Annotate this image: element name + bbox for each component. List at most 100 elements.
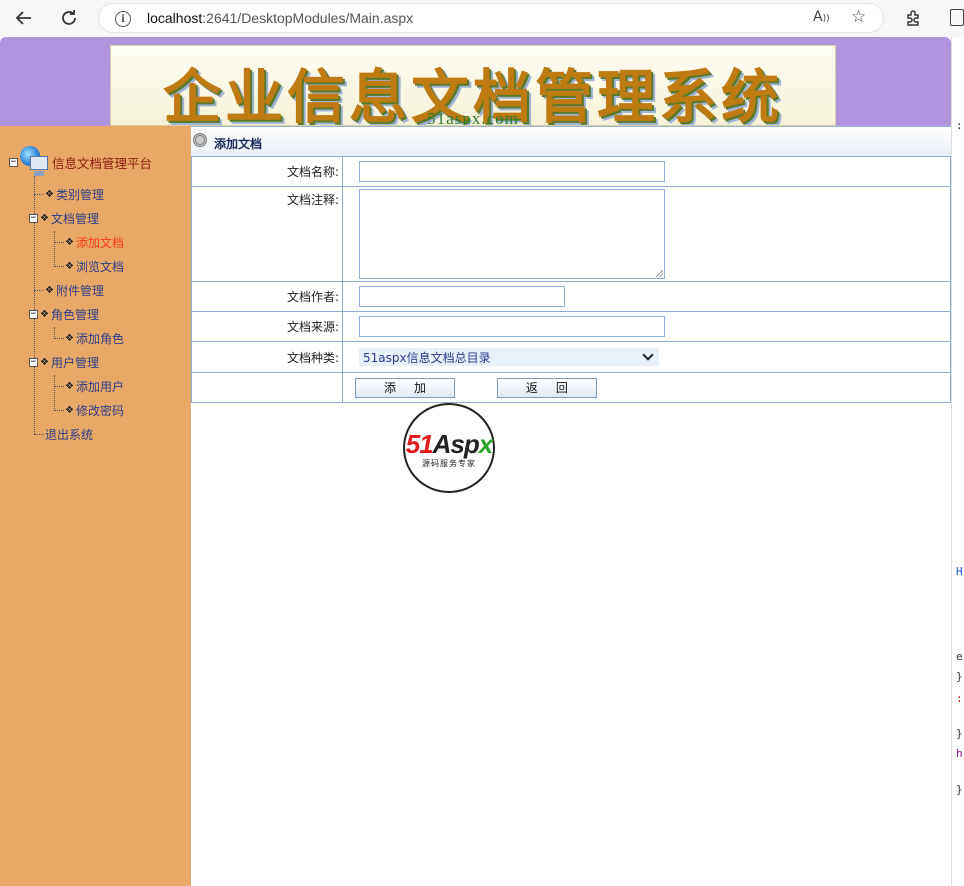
panel-title: 添加文档 bbox=[214, 137, 263, 151]
bullet-icon: ❖ bbox=[65, 260, 74, 272]
document-category-select[interactable]: 51aspx信息文档总目录 bbox=[359, 348, 659, 366]
form-row: 文档名称: bbox=[191, 156, 951, 187]
sidebar-item-label: 角色管理 bbox=[50, 307, 99, 322]
reload-button[interactable] bbox=[56, 6, 82, 30]
devtools-fragment: } bbox=[956, 783, 963, 796]
collapse-icon[interactable]: − bbox=[29, 357, 38, 367]
devtools-fragment: h bbox=[956, 747, 963, 760]
sidebar-item-label: 添加角色 bbox=[75, 331, 124, 346]
sidebar-item-roles[interactable]: − ❖ 角色管理 bbox=[29, 305, 99, 323]
sidebar-item-add-user[interactable]: ❖ 添加用户 bbox=[65, 377, 124, 395]
sidebar-item-logout[interactable]: 退出系统 bbox=[45, 425, 93, 443]
sidebar: − 信息文档管理平台 ❖ 类别管理 − ❖ 文档管理 ❖ 添加文档 ❖ 浏览文档 ❖ 附件管… bbox=[0, 126, 191, 886]
bullet-icon: ❖ bbox=[40, 308, 49, 320]
tree-connector bbox=[54, 375, 55, 409]
tree-root-label: 信息文档管理平台 bbox=[52, 155, 153, 171]
form-row: 文档注释: bbox=[191, 186, 951, 282]
chevron-down-icon bbox=[642, 349, 654, 361]
collapse-icon[interactable]: − bbox=[9, 157, 18, 167]
sidebar-item-add-role[interactable]: ❖ 添加角色 bbox=[65, 329, 124, 347]
split-screen-icon[interactable] bbox=[950, 9, 964, 26]
sidebar-item-browse-documents[interactable]: ❖ 浏览文档 bbox=[65, 257, 124, 275]
tree-connector bbox=[54, 327, 55, 337]
bullet-icon: ❖ bbox=[45, 188, 54, 200]
banner-subtitle: 51aspx.com bbox=[427, 109, 519, 126]
site-info-icon[interactable]: i bbox=[115, 11, 131, 27]
name-label: 文档名称: bbox=[191, 156, 343, 187]
bullet-icon: ❖ bbox=[45, 284, 54, 296]
form-row: 文档作者: bbox=[191, 281, 951, 312]
sidebar-item-label: 修改密码 bbox=[75, 403, 124, 418]
tree-connector bbox=[54, 266, 64, 267]
document-name-input[interactable] bbox=[359, 161, 665, 182]
tree-connector bbox=[34, 290, 44, 291]
tree-connector bbox=[54, 410, 64, 411]
add-document-form: 文档名称: 文档注释: 文档作者: 文档来源: 文档种类: 51aspx信息文档… bbox=[191, 156, 951, 403]
bullet-icon: ❖ bbox=[65, 332, 74, 344]
sidebar-item-label: 退出系统 bbox=[45, 427, 94, 442]
devtools-panel-edge[interactable]: : H e } : } h } bbox=[951, 37, 964, 886]
sidebar-item-label: 用户管理 bbox=[50, 355, 99, 370]
form-row: 文档来源: bbox=[191, 311, 951, 342]
gear-icon bbox=[193, 133, 207, 147]
sidebar-item-attachments[interactable]: ❖ 附件管理 bbox=[45, 281, 104, 299]
collapse-icon[interactable]: − bbox=[29, 309, 38, 319]
extensions-icon[interactable] bbox=[902, 7, 924, 29]
tree-connector bbox=[54, 242, 64, 243]
url-text[interactable]: localhost:2641/DesktopModules/Main.aspx bbox=[147, 10, 413, 26]
form-cell: 添加 返回 bbox=[342, 372, 951, 403]
sidebar-item-change-password[interactable]: ❖ 修改密码 bbox=[65, 401, 124, 419]
tree-connector bbox=[34, 434, 44, 435]
form-cell: 51aspx信息文档总目录 bbox=[342, 341, 951, 373]
bullet-icon: ❖ bbox=[65, 236, 74, 248]
favorite-star-icon[interactable]: ☆ bbox=[851, 7, 866, 27]
sidebar-item-label: 添加用户 bbox=[75, 379, 124, 394]
panel-header: 添加文档 bbox=[191, 126, 951, 156]
author-label: 文档作者: bbox=[191, 281, 343, 312]
browser-toolbar: i localhost:2641/DesktopModules/Main.asp… bbox=[0, 0, 964, 37]
add-button[interactable]: 添加 bbox=[355, 377, 455, 398]
form-row: 添加 返回 bbox=[191, 372, 951, 403]
category-selected-value: 51aspx信息文档总目录 bbox=[363, 350, 491, 365]
header-banner: 企业信息文档管理系统 51aspx.com bbox=[0, 37, 951, 126]
tree-connector bbox=[54, 338, 64, 339]
reload-icon bbox=[62, 10, 76, 25]
document-note-textarea[interactable] bbox=[359, 189, 665, 279]
tree-connector bbox=[54, 386, 64, 387]
computer-globe-icon bbox=[20, 146, 50, 178]
category-label: 文档种类: bbox=[191, 341, 343, 373]
arrow-left-icon bbox=[15, 11, 31, 25]
logo-subtitle: 源码服务专家 bbox=[422, 459, 476, 468]
form-row: 文档种类: 51aspx信息文档总目录 bbox=[191, 341, 951, 373]
sidebar-item-label: 附件管理 bbox=[55, 283, 104, 298]
devtools-fragment: : bbox=[956, 119, 963, 132]
devtools-fragment: } bbox=[956, 727, 963, 740]
back-button-form[interactable]: 返回 bbox=[496, 377, 597, 398]
address-bar[interactable]: i localhost:2641/DesktopModules/Main.asp… bbox=[98, 3, 884, 33]
empty-cell bbox=[191, 372, 343, 403]
collapse-icon[interactable]: − bbox=[29, 213, 38, 223]
sidebar-item-add-document[interactable]: ❖ 添加文档 bbox=[65, 233, 124, 251]
devtools-fragment: } bbox=[956, 670, 963, 683]
back-button[interactable] bbox=[11, 6, 37, 30]
sidebar-item-documents[interactable]: − ❖ 文档管理 bbox=[29, 209, 99, 227]
read-aloud-icon[interactable]: A)) bbox=[813, 9, 830, 25]
51aspx-logo: 51Aspx 源码服务专家 bbox=[387, 401, 511, 495]
logo-text: 51Aspx bbox=[405, 429, 494, 459]
document-source-input[interactable] bbox=[359, 316, 665, 337]
note-label: 文档注释: bbox=[191, 186, 343, 282]
sidebar-item-users[interactable]: − ❖ 用户管理 bbox=[29, 353, 99, 371]
bullet-icon: ❖ bbox=[40, 212, 49, 224]
resize-grip-icon[interactable] bbox=[656, 270, 663, 277]
devtools-fragment: : bbox=[956, 692, 963, 705]
sidebar-item-label: 类别管理 bbox=[55, 187, 104, 202]
form-cell bbox=[342, 156, 951, 187]
devtools-fragment: H bbox=[956, 565, 963, 578]
bullet-icon: ❖ bbox=[65, 380, 74, 392]
sidebar-item-category[interactable]: ❖ 类别管理 bbox=[45, 185, 104, 203]
document-author-input[interactable] bbox=[359, 286, 565, 307]
sidebar-item-label: 浏览文档 bbox=[75, 259, 124, 274]
tree-root[interactable]: − 信息文档管理平台 bbox=[9, 145, 152, 179]
tree-connector bbox=[34, 194, 44, 195]
bullet-icon: ❖ bbox=[40, 356, 49, 368]
